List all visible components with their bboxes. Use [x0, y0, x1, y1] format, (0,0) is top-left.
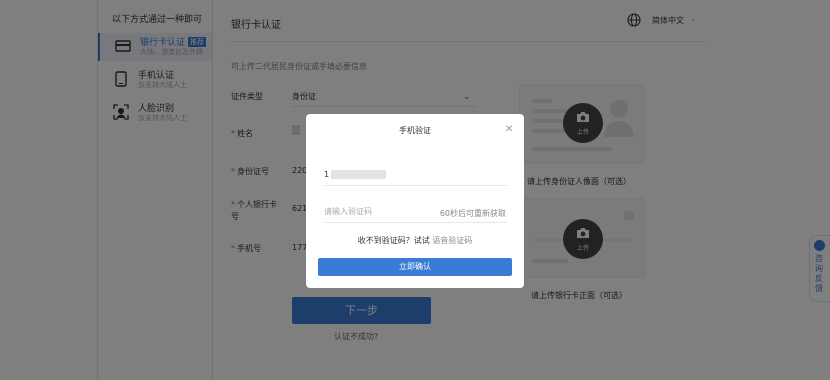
- verification-code-input[interactable]: [324, 207, 424, 216]
- phone-verification-modal: 手机验证 ✕ 1 60秒后可重新获取 收不到验证码？试试 语音验证码 立即确认: [306, 114, 524, 288]
- modal-title: 手机验证: [399, 126, 431, 135]
- phone-number-display: 1: [324, 170, 330, 179]
- voice-code-link[interactable]: 语音验证码: [432, 236, 472, 245]
- phone-underline: [324, 185, 507, 186]
- resend-countdown: 60秒后可重新获取: [439, 209, 506, 218]
- no-code-hint: 收不到验证码？试试 语音验证码: [357, 236, 473, 245]
- close-icon[interactable]: ✕: [505, 124, 513, 135]
- masked-phone-digits: [331, 170, 386, 179]
- confirm-button[interactable]: 立即确认: [318, 258, 512, 276]
- code-underline: [324, 222, 507, 223]
